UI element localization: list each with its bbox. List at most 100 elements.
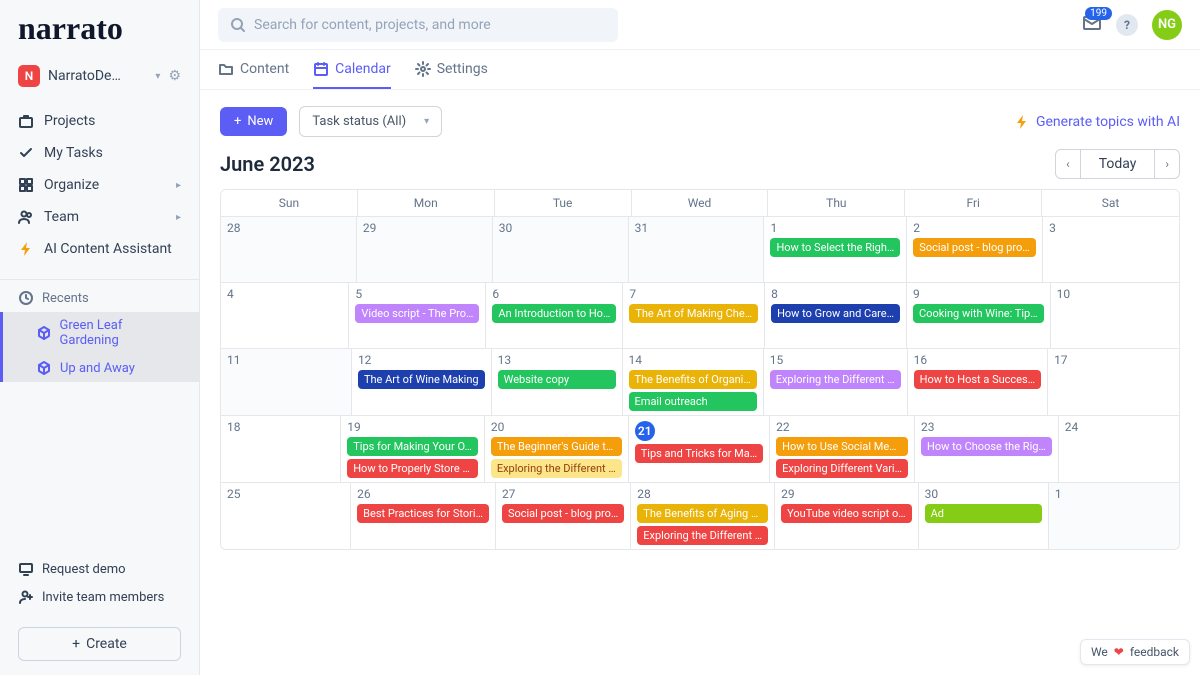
calendar-day[interactable]: 23 How to Choose the Rig…	[915, 416, 1059, 483]
calendar-day[interactable]: 24	[1059, 416, 1179, 483]
avatar[interactable]: NG	[1152, 10, 1182, 40]
calendar-event[interactable]: Social post - blog pro…	[502, 504, 624, 523]
calendar-day[interactable]: 9Cooking with Wine: Tip…	[907, 283, 1051, 349]
calendar-day[interactable]: 1How to Select the Righ…	[764, 217, 907, 283]
calendar-day[interactable]: 14The Benefits of Organi…Email outreach	[623, 349, 764, 416]
chevron-down-icon: ▾	[155, 71, 160, 82]
calendar-event[interactable]: How to Properly Store …	[347, 459, 478, 478]
task-status-filter[interactable]: Task status (All)▾	[299, 106, 442, 137]
calendar-event[interactable]: An Introduction to Ho…	[492, 304, 616, 323]
prev-month[interactable]: ‹	[1056, 151, 1080, 177]
calendar-day[interactable]: 20The Beginner's Guide t…Exploring the D…	[485, 416, 629, 483]
calendar-day[interactable]: 18	[221, 416, 341, 483]
calendar-day[interactable]: 27 Social post - blog pro…	[496, 483, 631, 549]
day-number: 27	[502, 487, 624, 501]
calendar-event[interactable]: Exploring the Different …	[491, 459, 622, 478]
nav-ai-content-assistant[interactable]: AI Content Assistant	[0, 233, 199, 265]
nav-organize[interactable]: Organize▸	[0, 169, 199, 201]
calendar-event[interactable]: The Art of Making Che…	[629, 304, 758, 323]
tab-calendar[interactable]: Calendar	[313, 50, 391, 89]
calendar-day[interactable]: 28	[221, 217, 357, 283]
calendar-event[interactable]: How to Host a Succes…	[914, 370, 1041, 389]
today-button[interactable]: Today	[1080, 150, 1156, 178]
calendar-day[interactable]: 16How to Host a Succes…	[908, 349, 1048, 416]
calendar-day[interactable]: 1	[1049, 483, 1179, 549]
search-input[interactable]: Search for content, projects, and more	[218, 8, 618, 42]
gear-icon[interactable]: ⚙	[168, 68, 181, 84]
calendar-event[interactable]: How to Choose the Rig…	[921, 437, 1052, 456]
request-demo[interactable]: Request demo	[0, 555, 199, 583]
dow-header: Fri	[905, 190, 1042, 217]
calendar-day[interactable]: 7The Art of Making Che…	[623, 283, 765, 349]
calendar-event[interactable]: Tips and Tricks for Ma…	[635, 444, 763, 463]
calendar-day[interactable]: 15Exploring the Different …	[764, 349, 908, 416]
calendar-event[interactable]: Email outreach	[629, 392, 757, 411]
calendar-event[interactable]: Cooking with Wine: Tip…	[913, 304, 1044, 323]
calendar-day[interactable]: 21Tips and Tricks for Ma…	[629, 416, 770, 483]
create-button[interactable]: + Create	[18, 627, 181, 661]
calendar-event[interactable]: Exploring the Different …	[637, 526, 768, 545]
calendar-day[interactable]: 22 How to Use Social Me… Exploring Differe…	[770, 416, 915, 483]
calendar-event[interactable]: YouTube video script o…	[781, 504, 911, 523]
calendar-day[interactable]: 2Social post - blog pro…	[907, 217, 1043, 283]
tab-settings[interactable]: Settings	[415, 50, 488, 89]
day-number: 31	[635, 221, 758, 235]
calendar-event[interactable]: The Beginner's Guide t…	[491, 437, 622, 456]
workspace-selector[interactable]: N NarratoDe… ▾ ⚙	[0, 57, 199, 101]
calendar-event[interactable]: Exploring Different Vari…	[776, 459, 908, 478]
nav-projects[interactable]: Projects	[0, 105, 199, 137]
calendar-day[interactable]: 31	[629, 217, 765, 283]
next-month[interactable]: ›	[1155, 151, 1179, 177]
nav-team[interactable]: Team▸	[0, 201, 199, 233]
calendar-day[interactable]: 17	[1048, 349, 1179, 416]
day-number: 26	[357, 487, 489, 501]
calendar-day[interactable]: 4	[221, 283, 349, 349]
day-number: 22	[776, 420, 908, 434]
day-number: 6	[492, 287, 616, 301]
day-number: 13	[498, 353, 616, 367]
notifications[interactable]: 199	[1082, 13, 1102, 37]
tab-content[interactable]: Content	[218, 50, 289, 89]
calendar-day[interactable]: 5Video script - The Pro…	[349, 283, 486, 349]
calendar-day[interactable]: 3	[1043, 217, 1179, 283]
calendar-event[interactable]: How to Select the Righ…	[770, 238, 900, 257]
calendar-event[interactable]: Website copy	[498, 370, 616, 389]
calendar-event[interactable]: How to Use Social Me…	[776, 437, 908, 456]
calendar-day[interactable]: 19 Tips for Making Your O… How to Properly…	[341, 416, 485, 483]
user-plus-icon	[18, 589, 34, 605]
calendar-event[interactable]: The Benefits of Organi…	[629, 370, 757, 389]
clock-icon	[18, 290, 34, 306]
calendar-event[interactable]: Best Practices for Stori…	[357, 504, 489, 523]
calendar-day[interactable]: 29	[357, 217, 493, 283]
recent-item[interactable]: Green Leaf Gardening	[0, 312, 199, 354]
recent-item[interactable]: Up and Away	[0, 354, 199, 382]
calendar-day[interactable]: 29YouTube video script o…	[775, 483, 918, 549]
day-number: 19	[347, 420, 478, 434]
calendar-day[interactable]: 11	[221, 349, 352, 416]
day-number: 23	[921, 420, 1052, 434]
calendar-event[interactable]: Exploring the Different …	[770, 370, 901, 389]
calendar-day[interactable]: 6 An Introduction to Ho…	[486, 283, 623, 349]
generate-topics-ai[interactable]: Generate topics with AI	[1014, 114, 1180, 130]
calendar-day[interactable]: 8How to Grow and Care…	[765, 283, 907, 349]
new-button[interactable]: +New	[220, 107, 287, 136]
calendar-day[interactable]: 25	[221, 483, 351, 549]
nav-my-tasks[interactable]: My Tasks	[0, 137, 199, 169]
calendar-day[interactable]: 12The Art of Wine Making	[352, 349, 492, 416]
calendar-event[interactable]: The Art of Wine Making	[358, 370, 485, 389]
calendar-event[interactable]: Tips for Making Your O…	[347, 437, 478, 456]
calendar-day[interactable]: 28The Benefits of Aging …Exploring the D…	[631, 483, 775, 549]
calendar-day[interactable]: 10	[1051, 283, 1179, 349]
calendar-day[interactable]: 30Ad	[919, 483, 1049, 549]
calendar-event[interactable]: How to Grow and Care…	[771, 304, 900, 323]
feedback-button[interactable]: We❤feedback	[1080, 639, 1190, 665]
help-button[interactable]: ?	[1116, 14, 1138, 36]
calendar-event[interactable]: Social post - blog pro…	[913, 238, 1036, 257]
calendar-event[interactable]: Video script - The Pro…	[355, 304, 479, 323]
calendar-event[interactable]: Ad	[925, 504, 1042, 523]
calendar-day[interactable]: 30	[493, 217, 629, 283]
invite-team[interactable]: Invite team members	[0, 583, 199, 611]
calendar-event[interactable]: The Benefits of Aging …	[637, 504, 768, 523]
calendar-day[interactable]: 13 Website copy	[492, 349, 623, 416]
calendar-day[interactable]: 26 Best Practices for Stori…	[351, 483, 496, 549]
